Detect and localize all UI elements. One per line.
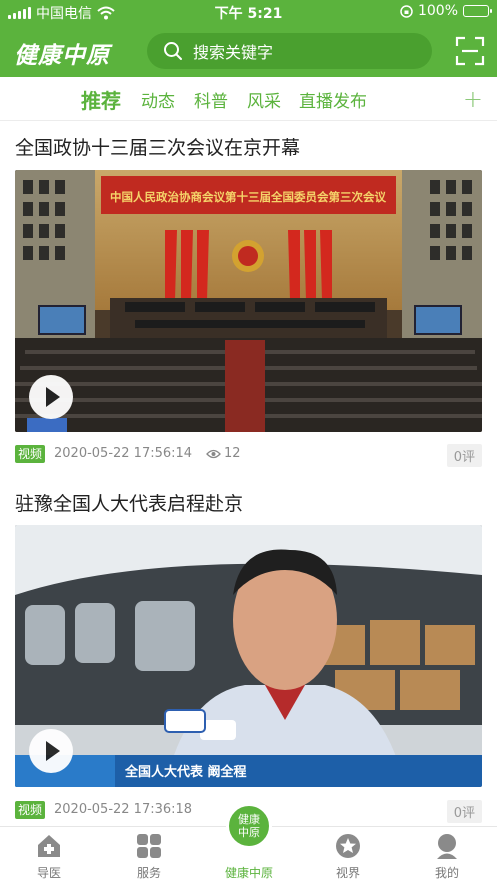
publish-date: 2020-05-22 17:36:18 — [54, 802, 193, 817]
app-logo: 健康中原 — [14, 42, 110, 69]
tabbar-item-mine[interactable]: 我的 — [417, 832, 477, 881]
status-right: 100% — [400, 3, 492, 19]
tabbar-label: 服务 — [136, 866, 161, 880]
add-tab-icon[interactable]: + — [463, 85, 483, 113]
tabbar-item-guide[interactable]: 导医 — [19, 832, 79, 881]
grid-icon — [137, 834, 161, 858]
bottom-tab-bar: 导医 服务 健康 中原 健康中原 视界 我的 — [0, 803, 497, 883]
center-logo-text: 健康 中原 — [238, 813, 260, 839]
star-circle-icon — [336, 834, 360, 858]
tab-recommend[interactable]: 推荐 — [81, 85, 121, 114]
interview-image: 全国人大代表 阚全程 — [15, 525, 482, 787]
conference-image: 中国人民政治协商会议第十三届全国委员会第三次会议 — [15, 170, 482, 432]
article-card[interactable]: 驻豫全国人大代表启程赴京 全国人大代表 阚全程 视频 2020-05-22 17… — [0, 472, 497, 826]
tabbar-label: 我的 — [434, 866, 459, 880]
interview-caption: 全国人大代表 阚全程 — [124, 764, 247, 780]
article-title[interactable]: 驻豫全国人大代表启程赴京 — [15, 489, 243, 516]
user-icon — [437, 834, 457, 859]
search-input[interactable]: 搜索关键字 — [147, 33, 432, 69]
video-badge: 视频 — [15, 801, 46, 819]
eye-icon — [206, 449, 221, 458]
article-card[interactable]: 全国政协十三届三次会议在京开幕 中国人民政治协商会议第十三届全国委员会第三次会议… — [0, 121, 497, 471]
category-tabs: 推荐 动态 科普 风采 直播发布 + — [0, 77, 497, 121]
tab-style[interactable]: 风采 — [247, 87, 281, 112]
tabbar-item-service[interactable]: 服务 — [119, 832, 179, 881]
tabbar-label-home[interactable]: 健康中原 — [209, 864, 289, 881]
tabbar-label: 视界 — [335, 866, 360, 880]
tab-news[interactable]: 动态 — [141, 87, 175, 112]
view-count-value: 12 — [224, 446, 241, 461]
play-button[interactable] — [29, 729, 73, 773]
article-title[interactable]: 全国政协十三届三次会议在京开幕 — [15, 133, 300, 160]
center-logo-button[interactable]: 健康 中原 — [226, 803, 272, 849]
battery-percent: 100% — [417, 3, 458, 19]
video-thumbnail[interactable]: 中国人民政治协商会议第十三届全国委员会第三次会议 — [15, 170, 482, 432]
video-thumbnail[interactable]: 全国人大代表 阚全程 — [15, 525, 482, 787]
banner-text: 中国人民政治协商会议第十三届全国委员会第三次会议 — [110, 190, 386, 204]
play-button[interactable] — [29, 375, 73, 419]
header: 健康中原 搜索关键字 — [0, 24, 497, 77]
comment-count[interactable]: 0评 — [446, 444, 482, 467]
tabbar-label: 导医 — [36, 866, 61, 880]
scan-icon[interactable] — [455, 36, 485, 66]
home-plus-icon — [38, 835, 60, 857]
view-count: 12 — [206, 446, 241, 461]
orientation-lock-icon — [400, 4, 413, 18]
publish-date: 2020-05-22 17:56:14 — [54, 446, 193, 461]
search-icon — [164, 42, 182, 60]
battery-icon — [463, 5, 492, 17]
article-meta: 视频 2020-05-22 17:56:14 12 0评 — [15, 444, 482, 467]
tabbar-item-vision[interactable]: 视界 — [318, 832, 378, 881]
tab-science[interactable]: 科普 — [194, 87, 228, 112]
search-placeholder: 搜索关键字 — [193, 43, 274, 62]
status-bar: 中国电信 下午 5:21 100% — [0, 0, 497, 24]
comment-count[interactable]: 0评 — [446, 800, 482, 823]
tab-live[interactable]: 直播发布 — [299, 87, 367, 112]
video-badge: 视频 — [15, 445, 46, 463]
